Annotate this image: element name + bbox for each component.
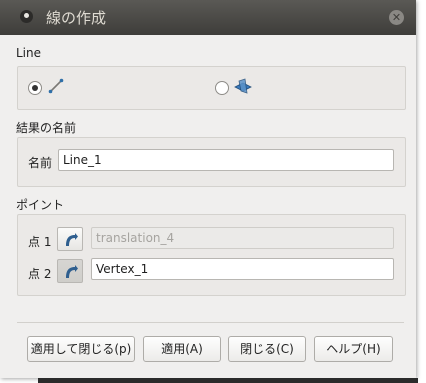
name-field[interactable]: Line_1 bbox=[58, 149, 394, 171]
select-arrow-icon bbox=[66, 265, 78, 278]
line-type-group bbox=[17, 66, 406, 110]
close-button[interactable]: 閉じる(C) bbox=[228, 336, 306, 362]
dialog-window: 線の作成 ✕ Line 結果の名前 名前 Line_1 ポイント 点 1 tra… bbox=[0, 0, 416, 378]
point1-field[interactable]: translation_4 bbox=[91, 227, 394, 249]
title-bar[interactable]: 線の作成 ✕ bbox=[0, 0, 416, 35]
apply-button[interactable]: 適用(A) bbox=[143, 336, 221, 362]
point2-label: 点 2 bbox=[28, 267, 52, 281]
result-section-label: 結果の名前 bbox=[16, 121, 77, 135]
line-section-label: Line bbox=[16, 46, 42, 60]
point2-field[interactable]: Vertex_1 bbox=[91, 258, 394, 280]
line-plane-intersection-icon bbox=[234, 78, 252, 97]
close-window-icon[interactable]: ✕ bbox=[389, 10, 404, 25]
line-two-points-icon bbox=[48, 78, 64, 97]
button-separator bbox=[17, 322, 404, 323]
points-section-label: ポイント bbox=[16, 198, 65, 212]
app-menu-icon[interactable] bbox=[20, 10, 33, 23]
points-group: 点 1 translation_4 点 2 Vertex_1 bbox=[17, 214, 406, 296]
point1-select-button[interactable] bbox=[57, 227, 83, 251]
background-window-edge bbox=[38, 378, 418, 383]
radio-two-points[interactable] bbox=[28, 81, 42, 95]
point2-select-button[interactable] bbox=[57, 259, 83, 283]
point1-label: 点 1 bbox=[28, 235, 52, 249]
radio-plane-intersection[interactable] bbox=[215, 81, 229, 95]
apply-and-close-button[interactable]: 適用して閉じる(p) bbox=[27, 336, 135, 362]
help-button[interactable]: ヘルプ(H) bbox=[314, 336, 393, 362]
result-name-group: 名前 Line_1 bbox=[17, 137, 406, 187]
name-label: 名前 bbox=[28, 156, 53, 170]
window-title: 線の作成 bbox=[46, 9, 107, 27]
select-arrow-icon bbox=[66, 233, 78, 246]
